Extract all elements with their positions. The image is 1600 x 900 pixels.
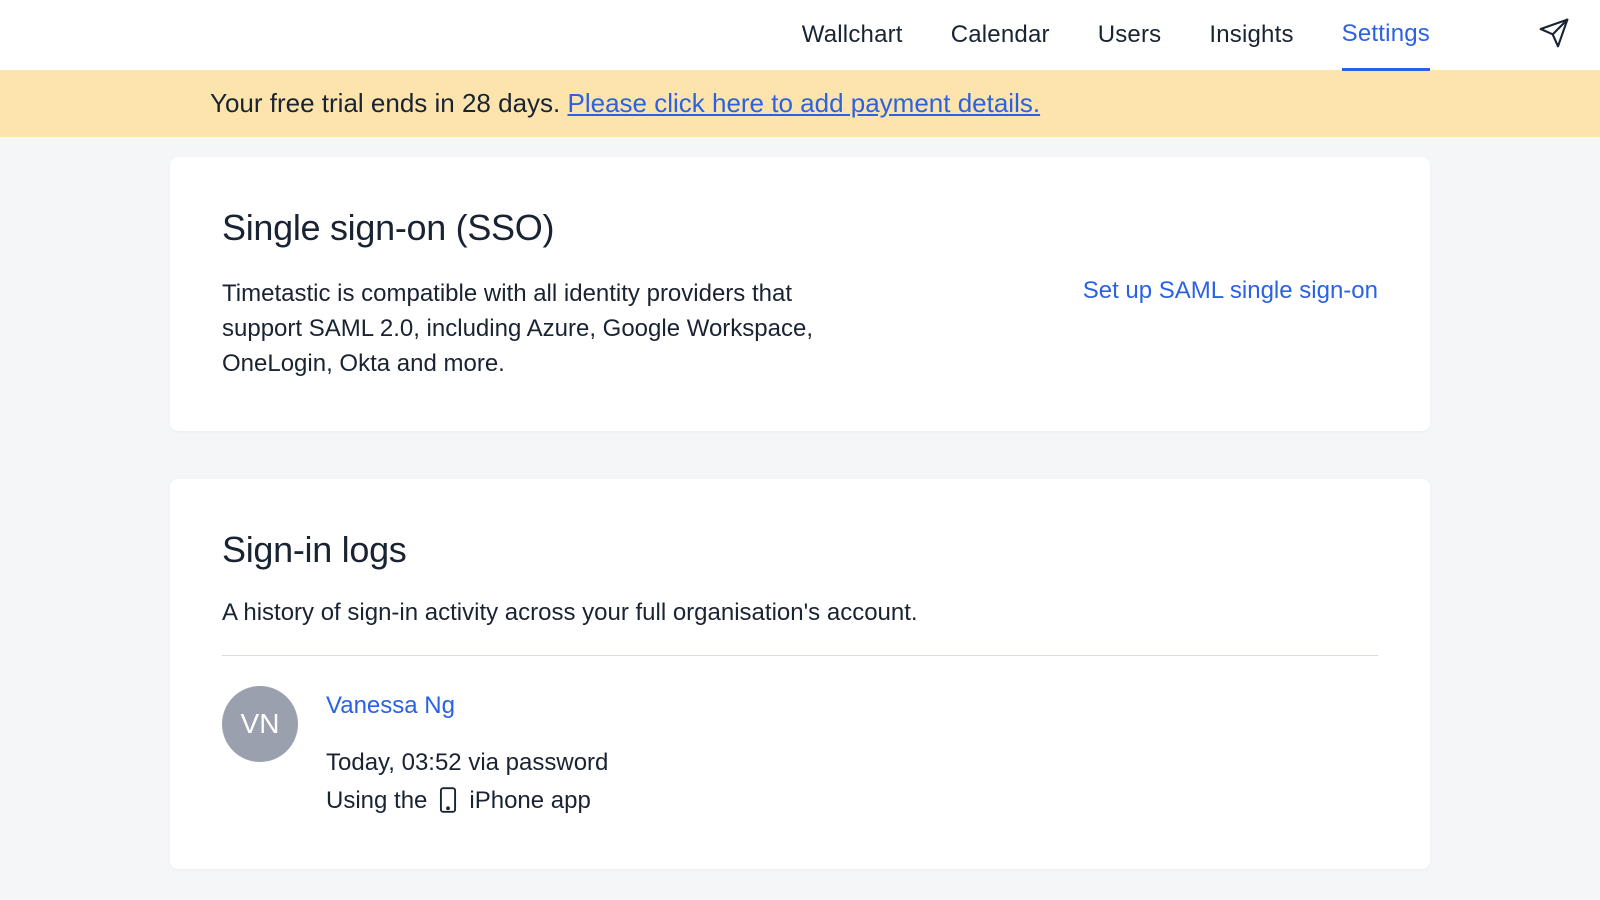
sso-card-title: Single sign-on (SSO) bbox=[222, 207, 842, 249]
add-payment-link[interactable]: Please click here to add payment details… bbox=[567, 88, 1040, 118]
log-using-prefix: Using the bbox=[326, 782, 427, 819]
sso-card: Single sign-on (SSO) Timetastic is compa… bbox=[170, 157, 1430, 431]
avatar: VN bbox=[222, 686, 298, 762]
signin-logs-description: A history of sign-in activity across you… bbox=[222, 599, 1378, 627]
phone-icon bbox=[439, 787, 457, 813]
trial-banner-text: Your free trial ends in 28 days. bbox=[210, 88, 567, 118]
nav-calendar[interactable]: Calendar bbox=[951, 0, 1050, 70]
sso-card-description: Timetastic is compatible with all identi… bbox=[222, 277, 842, 381]
log-using-suffix: iPhone app bbox=[469, 782, 590, 819]
signin-log-row: VN Vanessa Ng Today, 03:52 via password … bbox=[222, 686, 1378, 818]
top-nav-bar: Wallchart Calendar Users Insights Settin… bbox=[0, 0, 1600, 70]
trial-banner: Your free trial ends in 28 days. Please … bbox=[0, 70, 1600, 137]
nav-insights[interactable]: Insights bbox=[1209, 0, 1293, 70]
nav-wallchart[interactable]: Wallchart bbox=[802, 0, 903, 70]
nav-users[interactable]: Users bbox=[1098, 0, 1162, 70]
signin-logs-card: Sign-in logs A history of sign-in activi… bbox=[170, 479, 1430, 868]
signin-logs-title: Sign-in logs bbox=[222, 529, 1378, 571]
setup-saml-link[interactable]: Set up SAML single sign-on bbox=[1083, 277, 1378, 305]
paper-plane-icon[interactable] bbox=[1538, 17, 1570, 54]
nav-settings[interactable]: Settings bbox=[1342, 1, 1430, 71]
main-nav: Wallchart Calendar Users Insights Settin… bbox=[802, 0, 1570, 70]
log-device-line: Using the iPhone app bbox=[326, 782, 608, 819]
divider bbox=[222, 655, 1378, 656]
log-user-link[interactable]: Vanessa Ng bbox=[326, 692, 455, 719]
log-time-line: Today, 03:52 via password bbox=[326, 744, 608, 781]
